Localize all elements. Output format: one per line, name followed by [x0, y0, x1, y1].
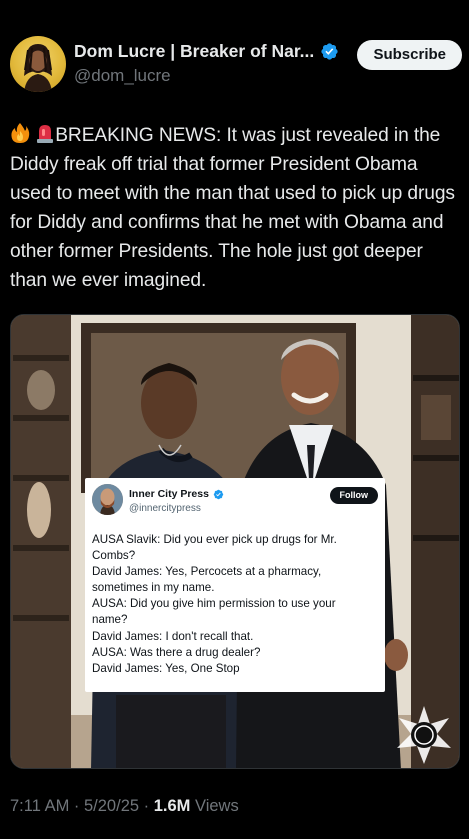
quoted-name-row[interactable]: Inner City Press — [129, 488, 224, 500]
quoted-verified-badge-icon — [213, 489, 224, 499]
tweet-meta: 7:11 AM · 5/20/25 · 1.6M Views — [10, 797, 239, 816]
quoted-follow-button[interactable]: Follow — [329, 487, 378, 504]
quoted-text-line: David James: I don't recall that. — [92, 629, 254, 643]
tweet-media[interactable]: Inner City Press @innercitypress Follow … — [10, 314, 460, 769]
separator-dot: · — [139, 797, 154, 815]
separator-dot: · — [69, 797, 84, 815]
quoted-handle[interactable]: @innercitypress — [129, 503, 201, 514]
fire-emoji-icon — [11, 123, 30, 143]
post-time[interactable]: 7:11 AM — [10, 797, 69, 815]
quoted-text-line: David James: Yes, Percocets at a pharmac… — [92, 565, 322, 579]
quoted-text-line: sometimes in my name. — [92, 581, 215, 595]
views-count[interactable]: 1.6M — [154, 797, 191, 815]
quoted-text-line: name? — [92, 613, 128, 627]
author-display-name[interactable]: Dom Lucre | Breaker of Nar... — [74, 41, 314, 62]
tweet-header: Dom Lucre | Breaker of Nar... @dom_lucre… — [10, 36, 462, 94]
quoted-text-line: AUSA: Was there a drug dealer? — [92, 645, 261, 659]
quoted-text-line: AUSA Slavik: Did you ever pick up drugs … — [92, 533, 337, 546]
quoted-text-line: AUSA: Did you give him permission to use… — [92, 597, 336, 611]
author-name-row[interactable]: Dom Lucre | Breaker of Nar... — [74, 41, 339, 62]
quoted-text-line: Combs? — [92, 549, 136, 563]
quoted-avatar[interactable] — [92, 484, 123, 515]
watermark-logo-icon — [397, 706, 451, 764]
quoted-text-line: David James: Yes, One Stop — [92, 661, 240, 675]
quoted-post-text: AUSA Slavik: Did you ever pick up drugs … — [92, 532, 380, 677]
views-label: Views — [190, 797, 239, 815]
verified-badge-icon — [321, 43, 338, 60]
subscribe-button[interactable]: Subscribe — [357, 40, 462, 70]
quoted-display-name[interactable]: Inner City Press — [129, 488, 209, 500]
siren-emoji-icon — [37, 125, 54, 143]
tweet-body: BREAKING NEWS: It was just revealed in t… — [10, 125, 455, 291]
quoted-post-card[interactable]: Inner City Press @innercitypress Follow … — [85, 478, 385, 692]
post-date[interactable]: 5/20/25 — [84, 797, 139, 815]
avatar[interactable] — [10, 36, 66, 92]
tweet-text: BREAKING NEWS: It was just revealed in t… — [10, 121, 462, 295]
status-bar-area — [0, 0, 469, 22]
author-handle[interactable]: @dom_lucre — [74, 66, 171, 86]
